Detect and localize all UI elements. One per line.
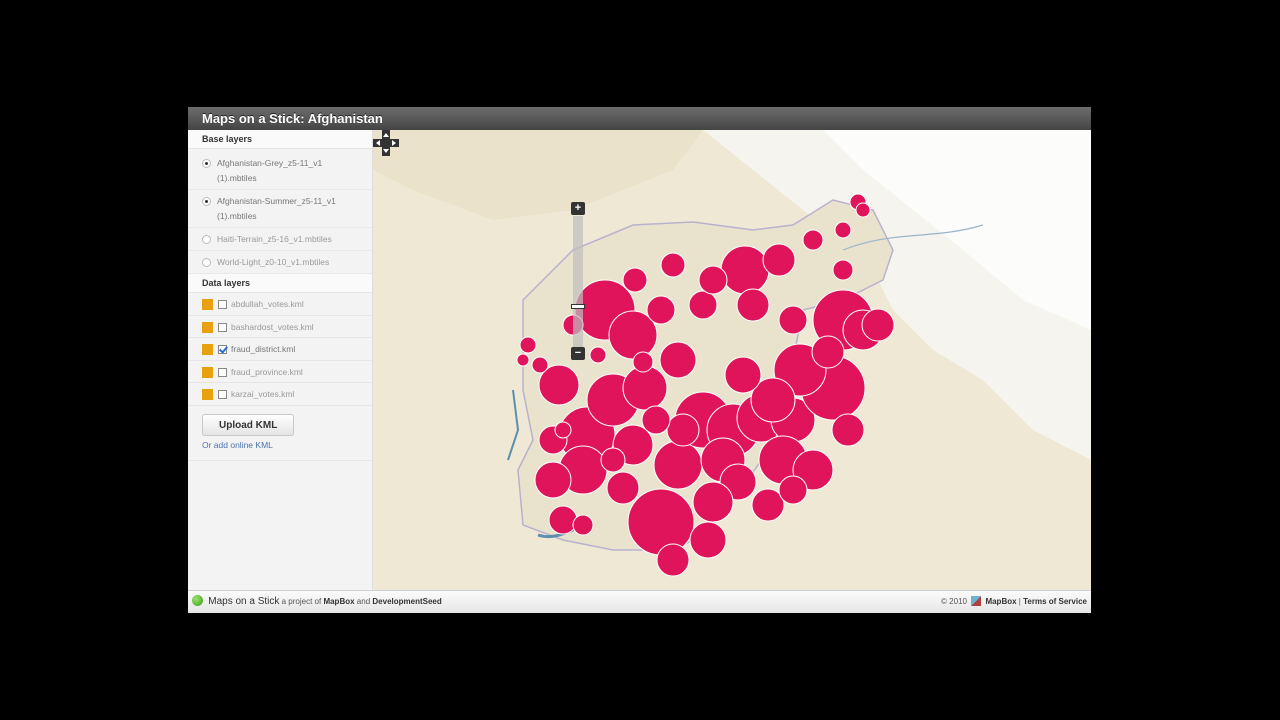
base-layer-item[interactable]: Afghanistan-Grey_z5-11_v1 (1).mbtiles <box>188 152 372 190</box>
data-layer-item[interactable]: fraud_district.kml <box>188 338 372 361</box>
fraud-marker[interactable] <box>778 475 808 505</box>
footer: Maps on a Stick a project of MapBox and … <box>188 590 1091 613</box>
upload-kml-button[interactable]: Upload KML <box>202 413 295 436</box>
fraud-marker[interactable] <box>778 305 808 335</box>
layer-color-swatch <box>202 366 213 378</box>
layer-checkbox[interactable] <box>218 367 227 377</box>
layer-color-swatch <box>202 389 213 400</box>
fraud-marker[interactable] <box>666 413 700 447</box>
layer-checkbox[interactable] <box>218 390 227 399</box>
mapbox-link[interactable]: MapBox <box>323 597 354 606</box>
mapbox-logo-icon <box>971 596 982 606</box>
fraud-marker[interactable] <box>531 356 549 374</box>
base-layer-label: Haiti-Terrain_z5-16_v1.mbtiles <box>217 234 332 244</box>
fraud-marker[interactable] <box>834 221 852 239</box>
base-layer-label: Afghanistan-Grey_z5-11_v1 (1).mbtiles <box>217 158 323 183</box>
fraud-marker[interactable] <box>688 290 718 320</box>
base-layer-label: World-Light_z0-10_v1.mbtiles <box>217 257 330 267</box>
fraud-marker[interactable] <box>656 543 690 577</box>
fraud-marker[interactable] <box>855 202 871 218</box>
data-layer-label: abdullah_votes.kml <box>231 299 304 309</box>
zoom-out-button[interactable]: − <box>571 347 585 360</box>
fraud-marker[interactable] <box>692 481 734 523</box>
zoom-handle[interactable] <box>571 304 585 310</box>
base-layers-header: Base layers <box>188 130 372 149</box>
fraud-marker[interactable] <box>659 341 697 379</box>
fraud-marker[interactable] <box>736 288 770 322</box>
radio-button[interactable] <box>202 197 211 206</box>
fraud-marker[interactable] <box>632 351 654 373</box>
data-layer-label: fraud_district.kml <box>231 344 296 354</box>
copyright-text: © 2010 <box>941 597 967 606</box>
fraud-marker[interactable] <box>653 440 703 490</box>
fraud-marker[interactable] <box>660 252 686 278</box>
terms-of-service-link[interactable]: Terms of Service <box>1023 597 1087 606</box>
app-window: Maps on a Stick: Afghanistan Base layers… <box>188 107 1091 613</box>
fraud-marker[interactable] <box>861 308 895 342</box>
fraud-marker[interactable] <box>622 267 648 293</box>
zoom-track[interactable] <box>573 216 583 348</box>
base-layer-item[interactable]: Afghanistan-Summer_z5-11_v1 (1).mbtiles <box>188 190 372 228</box>
footer-project-text: a project of <box>281 597 322 606</box>
pan-control[interactable] <box>373 130 399 156</box>
layer-color-swatch <box>202 344 213 355</box>
zoom-slider[interactable]: + − <box>571 202 585 362</box>
base-layer-item[interactable]: World-Light_z0-10_v1.mbtiles <box>188 251 372 274</box>
fraud-marker[interactable] <box>554 421 572 439</box>
fraud-marker[interactable] <box>548 505 578 535</box>
data-layer-label: karzai_votes.kml <box>231 389 295 399</box>
sidebar: Base layers Afghanistan-Grey_z5-11_v1 (1… <box>188 130 373 590</box>
data-layer-item[interactable]: fraud_province.kml <box>188 361 372 383</box>
layer-color-swatch <box>202 321 213 333</box>
data-layer-item[interactable]: abdullah_votes.kml <box>188 293 372 316</box>
data-layer-item[interactable]: bashardost_votes.kml <box>188 316 372 338</box>
fraud-marker[interactable] <box>724 356 762 394</box>
layer-checkbox[interactable] <box>218 322 227 332</box>
fraud-marker[interactable] <box>641 405 671 435</box>
fraud-marker[interactable] <box>646 295 676 325</box>
layer-checkbox[interactable] <box>218 300 227 309</box>
fraud-marker[interactable] <box>802 229 824 251</box>
map-canvas[interactable]: + − <box>373 130 1091 590</box>
fraud-marker[interactable] <box>606 471 640 505</box>
developmentseed-link[interactable]: DevelopmentSeed <box>372 597 441 606</box>
mapbox-right-link[interactable]: MapBox <box>985 597 1016 606</box>
add-online-kml-link[interactable]: Or add online KML <box>202 440 358 450</box>
maps-on-a-stick-logo-icon <box>192 595 203 606</box>
fraud-marker[interactable] <box>589 346 607 364</box>
radio-button[interactable] <box>202 159 211 168</box>
fraud-marker[interactable] <box>762 243 796 277</box>
base-layer-label: Afghanistan-Summer_z5-11_v1 (1).mbtiles <box>217 196 336 221</box>
zoom-in-button[interactable]: + <box>571 202 585 215</box>
base-layer-item[interactable]: Haiti-Terrain_z5-16_v1.mbtiles <box>188 228 372 251</box>
fraud-marker[interactable] <box>689 521 727 559</box>
fraud-marker[interactable] <box>720 245 770 295</box>
footer-and-text: and <box>356 597 371 606</box>
window-title: Maps on a Stick: Afghanistan <box>188 107 1091 130</box>
fraud-marker[interactable] <box>627 488 695 556</box>
fraud-marker[interactable] <box>832 259 854 281</box>
layer-color-swatch <box>202 299 213 310</box>
fraud-marker[interactable] <box>519 336 537 354</box>
data-layer-label: bashardost_votes.kml <box>231 321 314 332</box>
fraud-marker[interactable] <box>534 461 572 499</box>
fraud-marker[interactable] <box>698 265 728 295</box>
layer-checkbox[interactable] <box>218 345 227 354</box>
fraud-marker[interactable] <box>831 413 865 447</box>
data-layer-label: fraud_province.kml <box>231 366 303 377</box>
footer-brand: Maps on a Stick <box>208 596 280 607</box>
data-layer-item[interactable]: karzai_votes.kml <box>188 383 372 406</box>
fraud-marker[interactable] <box>572 514 594 536</box>
fraud-marker[interactable] <box>600 447 626 473</box>
radio-button[interactable] <box>202 258 211 267</box>
data-layers-header: Data layers <box>188 274 372 293</box>
footer-separator: | <box>1018 597 1021 606</box>
map-basemap <box>373 130 1091 590</box>
fraud-marker[interactable] <box>811 335 845 369</box>
fraud-marker[interactable] <box>622 365 668 411</box>
radio-button[interactable] <box>202 235 211 244</box>
fraud-marker[interactable] <box>516 353 530 367</box>
